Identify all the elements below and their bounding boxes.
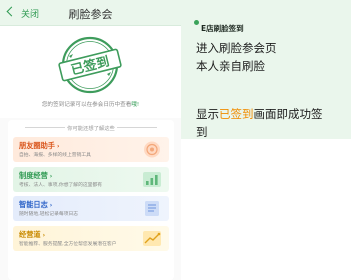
related-tips-section: 你可能还想了解这些 朋友圈助手 › 自拍、海报、多样的线上营销工具 制度经营 › 考… <box>8 120 174 280</box>
checkin-record-note: 您的签到记录可以在参会日历中查看哦! <box>0 100 181 108</box>
instruction-panel: E店刷脸签到 进入刷脸参会页 本人亲自刷脸 显示已签到画面即成功签 到 <box>181 0 351 139</box>
card-desc: 随时随地,轻松记录每项日志 <box>19 212 79 217</box>
instruction-step-1: 进入刷脸参会页 <box>196 41 277 55</box>
card-desc: 自拍、海报、多样的线上营销工具 <box>19 153 91 158</box>
trend-chart-icon <box>143 231 161 246</box>
tips-header-label: 你可能还想了解这些 <box>67 126 115 132</box>
note-suffix: 哦! <box>131 102 140 108</box>
phone-screen: 关闭 刷脸参会 已签到 您的签到记录可以在参会日历中查看哦! 你可能还想了解这些 <box>0 0 181 280</box>
instruction-step-3-cont: 到 <box>196 125 208 139</box>
instruction-heading: E店刷脸签到 <box>201 24 244 33</box>
instruction-step-3: 显示已签到画面即成功签 <box>196 107 323 121</box>
growth-chart-icon <box>143 172 161 187</box>
note-text: 您的签到记录可以在参会日历中查看 <box>41 102 132 108</box>
divider-right <box>117 127 157 128</box>
tips-header: 你可能还想了解这些 <box>8 123 174 133</box>
card-desc: 考核、法人、事项,你想了解的这里都有 <box>19 183 103 188</box>
card-smart-log[interactable]: 智能日志 › 随时随地,轻松记录每项日志 <box>13 196 169 221</box>
card-system-management[interactable]: 制度经营 › 考核、法人、事项,你想了解的这里都有 <box>13 167 169 192</box>
page: 关闭 刷脸参会 已签到 您的签到记录可以在参会日历中查看哦! 你可能还想了解这些 <box>0 0 351 280</box>
card-friends-helper[interactable]: 朋友圈助手 › 自拍、海报、多样的线上营销工具 <box>13 137 169 162</box>
card-title: 经营道 › <box>19 230 46 239</box>
page-title: 刷脸参会 <box>68 8 113 21</box>
card-desc: 智能推荐、服务提醒,全方位帮您发展潜在客户 <box>19 242 117 247</box>
card-title: 朋友圈助手 › <box>19 141 60 150</box>
checked-in-hero: 已签到 您的签到记录可以在参会日历中查看哦! <box>0 26 181 118</box>
poster-art-icon <box>144 141 160 158</box>
nav-bar: 关闭 刷脸参会 <box>0 0 181 26</box>
instruction-step-2: 本人亲自刷脸 <box>196 59 265 73</box>
card-title: 智能日志 › <box>19 200 53 209</box>
card-title: 制度经营 › <box>19 171 53 180</box>
notebook-icon <box>145 201 159 216</box>
card-business-way[interactable]: 经营道 › 智能推荐、服务提醒,全方位帮您发展潜在客户 <box>13 226 169 251</box>
bullet-dot-icon <box>194 20 199 25</box>
checked-in-stamp-icon: 已签到 <box>58 36 122 94</box>
highlight-checked-in: 已签到 <box>219 107 254 121</box>
